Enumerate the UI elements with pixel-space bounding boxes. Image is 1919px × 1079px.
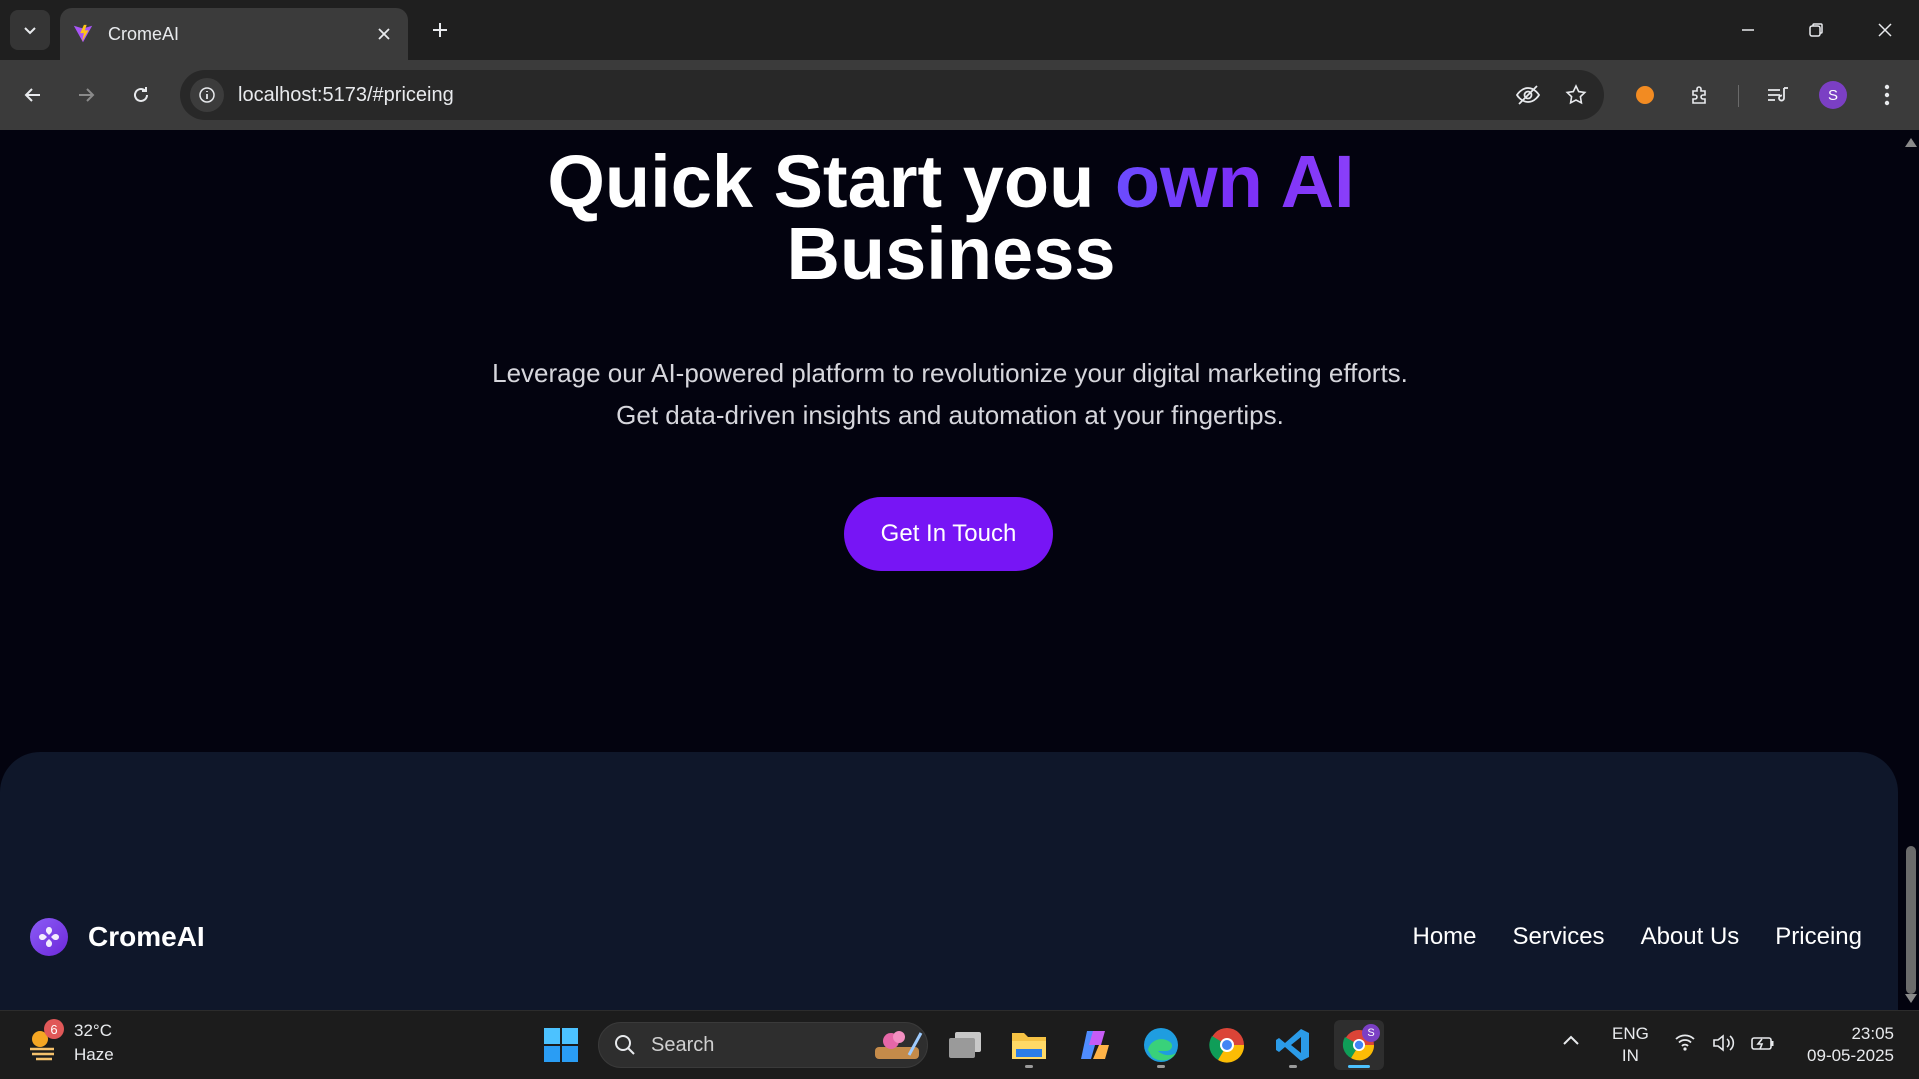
- hero-title-accent: own AI: [1114, 140, 1355, 223]
- clock[interactable]: 23:05 09-05-2025: [1796, 1023, 1894, 1067]
- footer-brand[interactable]: CromeAI: [30, 918, 205, 956]
- forward-button[interactable]: [66, 75, 106, 115]
- footer-brand-name: CromeAI: [88, 921, 205, 952]
- weather-temp: 32°C: [74, 1021, 112, 1040]
- lang-line1: ENG: [1612, 1024, 1649, 1043]
- get-in-touch-button[interactable]: Get In Touch: [844, 497, 1053, 571]
- vscode-icon: [1276, 1029, 1309, 1061]
- copilot-icon: [1081, 1031, 1109, 1059]
- media-control-icon[interactable]: [1758, 75, 1798, 115]
- windows-taskbar: 6 32°C Haze Search S ENG IN 23:05 09-05-…: [0, 1010, 1919, 1079]
- chrome-profile-button[interactable]: S: [1334, 1020, 1384, 1070]
- footer-link-home[interactable]: Home: [1413, 918, 1477, 956]
- toolbar-divider: [1738, 85, 1739, 107]
- tab-close-icon[interactable]: [370, 20, 398, 48]
- restore-button[interactable]: [1788, 8, 1844, 52]
- tab-search-button[interactable]: [10, 10, 50, 50]
- edge-icon: [1144, 1028, 1178, 1062]
- arrow-left-icon: [24, 88, 40, 102]
- minimize-icon: [1742, 29, 1754, 31]
- address-bar[interactable]: localhost:5173/#priceing: [180, 70, 1604, 120]
- weather-widget[interactable]: 6 32°C Haze: [26, 1019, 114, 1067]
- weather-desc: Haze: [74, 1045, 114, 1064]
- vscode-button[interactable]: [1268, 1020, 1318, 1070]
- url-text[interactable]: localhost:5173/#priceing: [238, 84, 1508, 107]
- chrome-profile-badge: S: [1362, 1024, 1380, 1042]
- footer-nav: Home Services About Us Priceing: [1413, 918, 1863, 956]
- back-button[interactable]: [13, 75, 53, 115]
- hero-title-part1: Quick Start you: [547, 140, 1115, 223]
- new-tab-button[interactable]: [424, 14, 456, 46]
- hero-title: Quick Start you own AI Business: [0, 145, 1902, 291]
- search-icon: [615, 1035, 635, 1055]
- active-tab[interactable]: CromeAI: [60, 8, 408, 60]
- profile-avatar[interactable]: S: [1813, 75, 1853, 115]
- browser-toolbar: localhost:5173/#priceing S: [0, 60, 1919, 130]
- start-button[interactable]: [536, 1020, 586, 1070]
- scroll-down-arrow-icon[interactable]: [1905, 994, 1917, 1003]
- file-explorer-button[interactable]: [1004, 1020, 1054, 1070]
- site-footer: CromeAI Home Services About Us Priceing: [0, 752, 1898, 1010]
- menu-kebab-icon[interactable]: [1867, 75, 1907, 115]
- restore-icon: [1809, 23, 1823, 37]
- clock-time: 23:05: [1851, 1024, 1894, 1043]
- scrollbar-thumb[interactable]: [1906, 846, 1916, 994]
- reload-button[interactable]: [121, 75, 161, 115]
- minimize-button[interactable]: [1720, 8, 1776, 52]
- reload-icon: [134, 87, 148, 102]
- bookmark-star-icon[interactable]: [1556, 75, 1596, 115]
- chevron-up-icon: [1563, 1035, 1579, 1045]
- scroll-up-arrow-icon[interactable]: [1905, 138, 1917, 147]
- taskbar-search[interactable]: Search: [598, 1022, 928, 1068]
- volume-icon[interactable]: [1712, 1033, 1736, 1059]
- plus-icon: [433, 23, 447, 37]
- weather-haze-icon: 6: [26, 1019, 64, 1061]
- footer-link-services[interactable]: Services: [1513, 918, 1605, 956]
- brand-logo-icon: [30, 918, 68, 956]
- footer-link-about-us[interactable]: About Us: [1641, 918, 1740, 956]
- chrome-button[interactable]: [1202, 1020, 1252, 1070]
- chevron-down-icon: [24, 27, 36, 35]
- browser-tab-bar: CromeAI: [0, 0, 1919, 60]
- extensions-puzzle-icon[interactable]: [1680, 75, 1720, 115]
- folder-icon: [1012, 1033, 1046, 1059]
- hero-title-part2: Business: [786, 212, 1116, 295]
- close-window-button[interactable]: [1857, 8, 1913, 52]
- arrow-right-icon: [79, 88, 95, 102]
- page-scrollbar[interactable]: [1902, 130, 1919, 1010]
- battery-icon[interactable]: [1750, 1033, 1776, 1059]
- close-icon: [1878, 23, 1892, 37]
- site-info-icon[interactable]: [190, 78, 224, 112]
- language-indicator[interactable]: ENG IN: [1612, 1023, 1649, 1067]
- copilot-button[interactable]: [1070, 1020, 1120, 1070]
- task-view-icon: [949, 1032, 981, 1058]
- chrome-icon: [1209, 1028, 1245, 1063]
- search-highlight-icon: [875, 1031, 923, 1059]
- vite-favicon-icon: [73, 24, 93, 43]
- footer-link-priceing[interactable]: Priceing: [1775, 918, 1862, 956]
- tab-title: CromeAI: [108, 23, 180, 44]
- extension-icon[interactable]: [1625, 75, 1665, 115]
- windows-logo-icon: [544, 1028, 578, 1062]
- page-viewport: Quick Start you own AI Business Leverage…: [0, 130, 1902, 1010]
- tray-overflow-button[interactable]: [1562, 1031, 1580, 1053]
- clock-date: 09-05-2025: [1807, 1046, 1894, 1065]
- eye-off-icon[interactable]: [1508, 75, 1548, 115]
- lang-line2: IN: [1621, 1046, 1639, 1065]
- avatar: S: [1819, 81, 1847, 109]
- weather-badge: 6: [44, 1019, 64, 1039]
- edge-button[interactable]: [1136, 1020, 1186, 1070]
- hero-subtitle: Leverage our AI-powered platform to revo…: [492, 358, 1408, 430]
- search-label: Search: [651, 1033, 715, 1056]
- task-view-button[interactable]: [940, 1020, 990, 1070]
- wifi-icon[interactable]: [1674, 1033, 1696, 1057]
